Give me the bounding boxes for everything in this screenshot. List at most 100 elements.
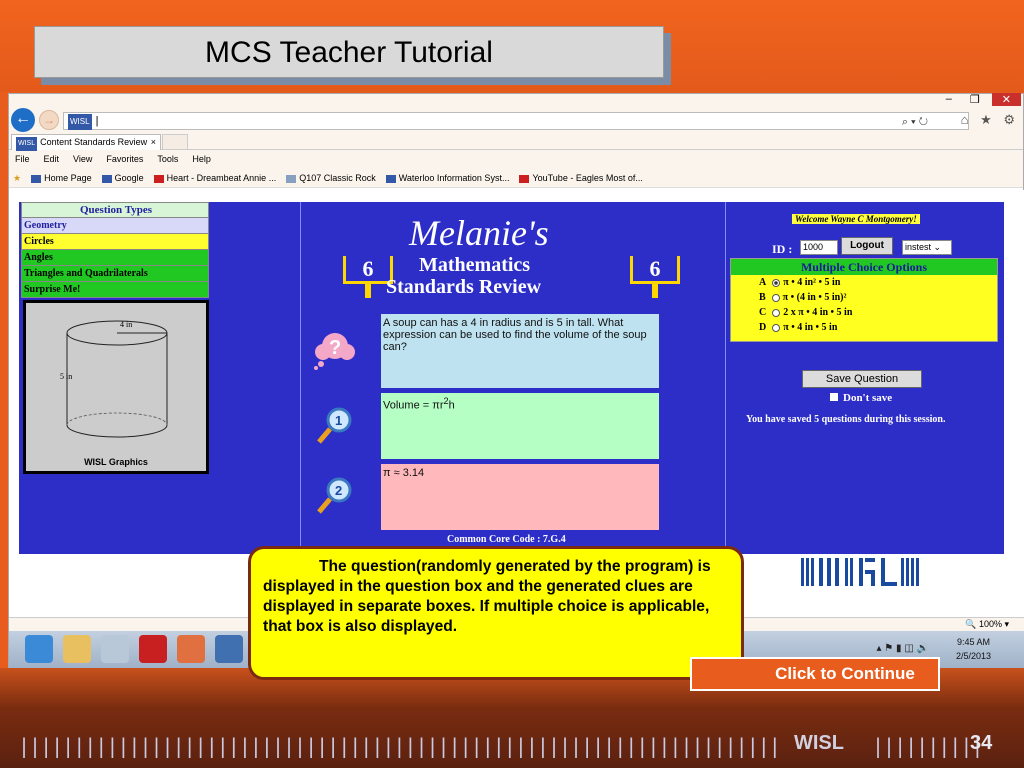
fav-label: Google bbox=[114, 173, 144, 183]
dont-save-checkbox[interactable]: Don't save bbox=[830, 392, 892, 404]
option-text: π • (4 in • 5 in)² bbox=[782, 292, 847, 303]
back-icon[interactable]: ← bbox=[11, 108, 35, 132]
qtype-circles[interactable]: Circles bbox=[21, 234, 209, 250]
restore-icon[interactable]: ❐ bbox=[964, 93, 986, 106]
continue-button[interactable]: Click to Continue bbox=[690, 657, 940, 691]
home-favorites-settings-icons[interactable]: ⌂ ★ ⚙ bbox=[961, 112, 1019, 128]
grade-badge-right: 6 bbox=[630, 256, 680, 284]
multiple-choice-box: Multiple Choice Options Aπ • 4 in² • 5 i… bbox=[730, 258, 998, 342]
search-refresh-icons[interactable]: ⌕ ▾ ↻ bbox=[902, 114, 928, 130]
fav-label: Home Page bbox=[44, 173, 92, 183]
radio-selected[interactable] bbox=[772, 278, 781, 287]
radio[interactable] bbox=[771, 293, 780, 302]
youtube-icon bbox=[519, 174, 530, 183]
grade-peg-right bbox=[652, 284, 658, 298]
close-window-icon[interactable]: ✕ bbox=[991, 93, 1021, 106]
radio[interactable] bbox=[772, 323, 781, 332]
mc-option-c[interactable]: C 2 x π • 4 in • 5 in bbox=[731, 305, 997, 320]
fav-heart[interactable]: Heart - Dreambeat Annie ... bbox=[153, 168, 277, 187]
question-types-header: Question Types bbox=[21, 202, 209, 218]
favorites-star-icon[interactable]: ★ bbox=[13, 168, 21, 187]
option-letter: C bbox=[759, 307, 767, 318]
wisl-icon bbox=[31, 174, 42, 183]
svg-text:?: ? bbox=[329, 337, 341, 359]
svg-text:1: 1 bbox=[335, 413, 342, 428]
dont-save-label: Don't save bbox=[843, 392, 893, 404]
menu-file[interactable]: File bbox=[15, 150, 30, 168]
at7-taskbar-icon[interactable] bbox=[139, 635, 167, 663]
zoom-control[interactable]: 🔍 100% ▾ bbox=[965, 619, 1009, 630]
tab-row: WISL Content Standards Review × bbox=[9, 132, 1023, 151]
fav-google[interactable]: Google bbox=[101, 168, 144, 187]
qtype-triangles[interactable]: Triangles and Quadrilaterals bbox=[21, 266, 209, 282]
tutorial-callout: The question(randomly generated by the p… bbox=[248, 546, 744, 680]
option-text: 2 x π • 4 in • 5 in bbox=[783, 307, 853, 318]
calculator-taskbar-icon[interactable] bbox=[101, 635, 129, 663]
chevron-down-icon: ⌄ bbox=[933, 242, 942, 252]
footer-barcode-decoration-2: |||||||||| bbox=[872, 734, 983, 758]
logout-button[interactable]: Logout bbox=[841, 237, 893, 255]
fav-label: Waterloo Information Syst... bbox=[398, 173, 510, 183]
forward-icon[interactable]: → bbox=[39, 110, 59, 130]
ie-taskbar-icon[interactable] bbox=[25, 635, 53, 663]
menu-favorites[interactable]: Favorites bbox=[106, 150, 143, 168]
menu-tools[interactable]: Tools bbox=[157, 150, 178, 168]
page-number: 34 bbox=[970, 732, 993, 754]
clock[interactable]: 9:45 AM 2/5/2013 bbox=[956, 635, 991, 663]
test-select[interactable]: instest ⌄ bbox=[902, 240, 952, 255]
test-select-value: instest bbox=[905, 242, 932, 252]
mc-option-b[interactable]: Bπ • (4 in • 5 in)² bbox=[731, 290, 997, 305]
question-box: A soup can has a 4 in radius and is 5 in… bbox=[381, 314, 659, 388]
grade-peg-left bbox=[365, 284, 371, 298]
id-label: ID : bbox=[772, 242, 793, 256]
site-favicon: WISL bbox=[68, 114, 92, 130]
menu-view[interactable]: View bbox=[73, 150, 92, 168]
id-input[interactable]: 1000 bbox=[800, 240, 838, 255]
mc-option-d[interactable]: Dπ • 4 in • 5 in bbox=[731, 320, 997, 335]
mc-option-a[interactable]: Aπ • 4 in² • 5 in bbox=[731, 275, 997, 290]
footer-barcode-decoration: ||||||||||||||||||||||||||||||||||||||||… bbox=[18, 734, 778, 758]
powerpoint-taskbar-icon[interactable] bbox=[177, 635, 205, 663]
favorites-bar: ★ Home Page Google Heart - Dreambeat Ann… bbox=[9, 168, 1023, 188]
svg-text:2: 2 bbox=[335, 483, 342, 498]
qtype-surprise[interactable]: Surprise Me! bbox=[21, 282, 209, 298]
logo-line1: Mathematics bbox=[419, 254, 531, 276]
checkbox[interactable] bbox=[830, 393, 838, 401]
math-review-app: Question Types Geometry Circles Angles T… bbox=[19, 202, 1004, 554]
tab-close-icon[interactable]: × bbox=[151, 135, 156, 149]
question-types-panel: Question Types Geometry Circles Angles T… bbox=[19, 202, 301, 554]
wisl-icon bbox=[101, 174, 112, 183]
fav-label: Heart - Dreambeat Annie ... bbox=[166, 173, 277, 183]
explorer-taskbar-icon[interactable] bbox=[63, 635, 91, 663]
minimize-icon[interactable]: – bbox=[940, 93, 958, 106]
fav-q107[interactable]: Q107 Classic Rock bbox=[286, 168, 376, 187]
address-text: | bbox=[95, 115, 99, 127]
option-text: π • 4 in • 5 in bbox=[783, 322, 838, 333]
clue2-box: π ≈ 3.14 bbox=[381, 464, 659, 530]
address-bar[interactable]: WISL | ⌕ ▾ ↻ bbox=[63, 112, 969, 130]
cylinder-drawing: 4 in 5 in bbox=[60, 320, 168, 438]
wisl-icon bbox=[385, 174, 396, 183]
graphic-caption: WISL Graphics bbox=[26, 457, 206, 471]
qtype-geometry[interactable]: Geometry bbox=[21, 218, 209, 234]
fav-label: YouTube - Eagles Most of... bbox=[532, 173, 643, 183]
qtype-angles[interactable]: Angles bbox=[21, 250, 209, 266]
clue1-text: Volume = πr bbox=[383, 399, 444, 412]
system-tray-icons[interactable]: ▴ ⚑ ▮ ◫ 🔊 bbox=[877, 643, 930, 654]
fav-home-page[interactable]: Home Page bbox=[31, 168, 92, 187]
tab-favicon: WISL bbox=[16, 137, 38, 151]
menu-edit[interactable]: Edit bbox=[44, 150, 60, 168]
fav-label: Q107 Classic Rock bbox=[299, 173, 376, 183]
new-tab-button[interactable] bbox=[162, 134, 188, 150]
tab-content-standards[interactable]: WISL Content Standards Review × bbox=[11, 134, 161, 151]
fav-youtube[interactable]: YouTube - Eagles Most of... bbox=[519, 168, 643, 187]
question-types-list: Question Types Geometry Circles Angles T… bbox=[21, 202, 209, 298]
save-question-button[interactable]: Save Question bbox=[802, 370, 922, 388]
clue1-suffix: h bbox=[448, 399, 455, 412]
fav-waterloo[interactable]: Waterloo Information Syst... bbox=[385, 168, 510, 187]
radio[interactable] bbox=[772, 308, 781, 317]
question-bubble-icon: ? bbox=[314, 333, 355, 370]
common-core-code: Common Core Code : 7.G.4 bbox=[447, 534, 566, 545]
menu-help[interactable]: Help bbox=[192, 150, 211, 168]
desktop-taskbar-icon[interactable] bbox=[215, 635, 243, 663]
